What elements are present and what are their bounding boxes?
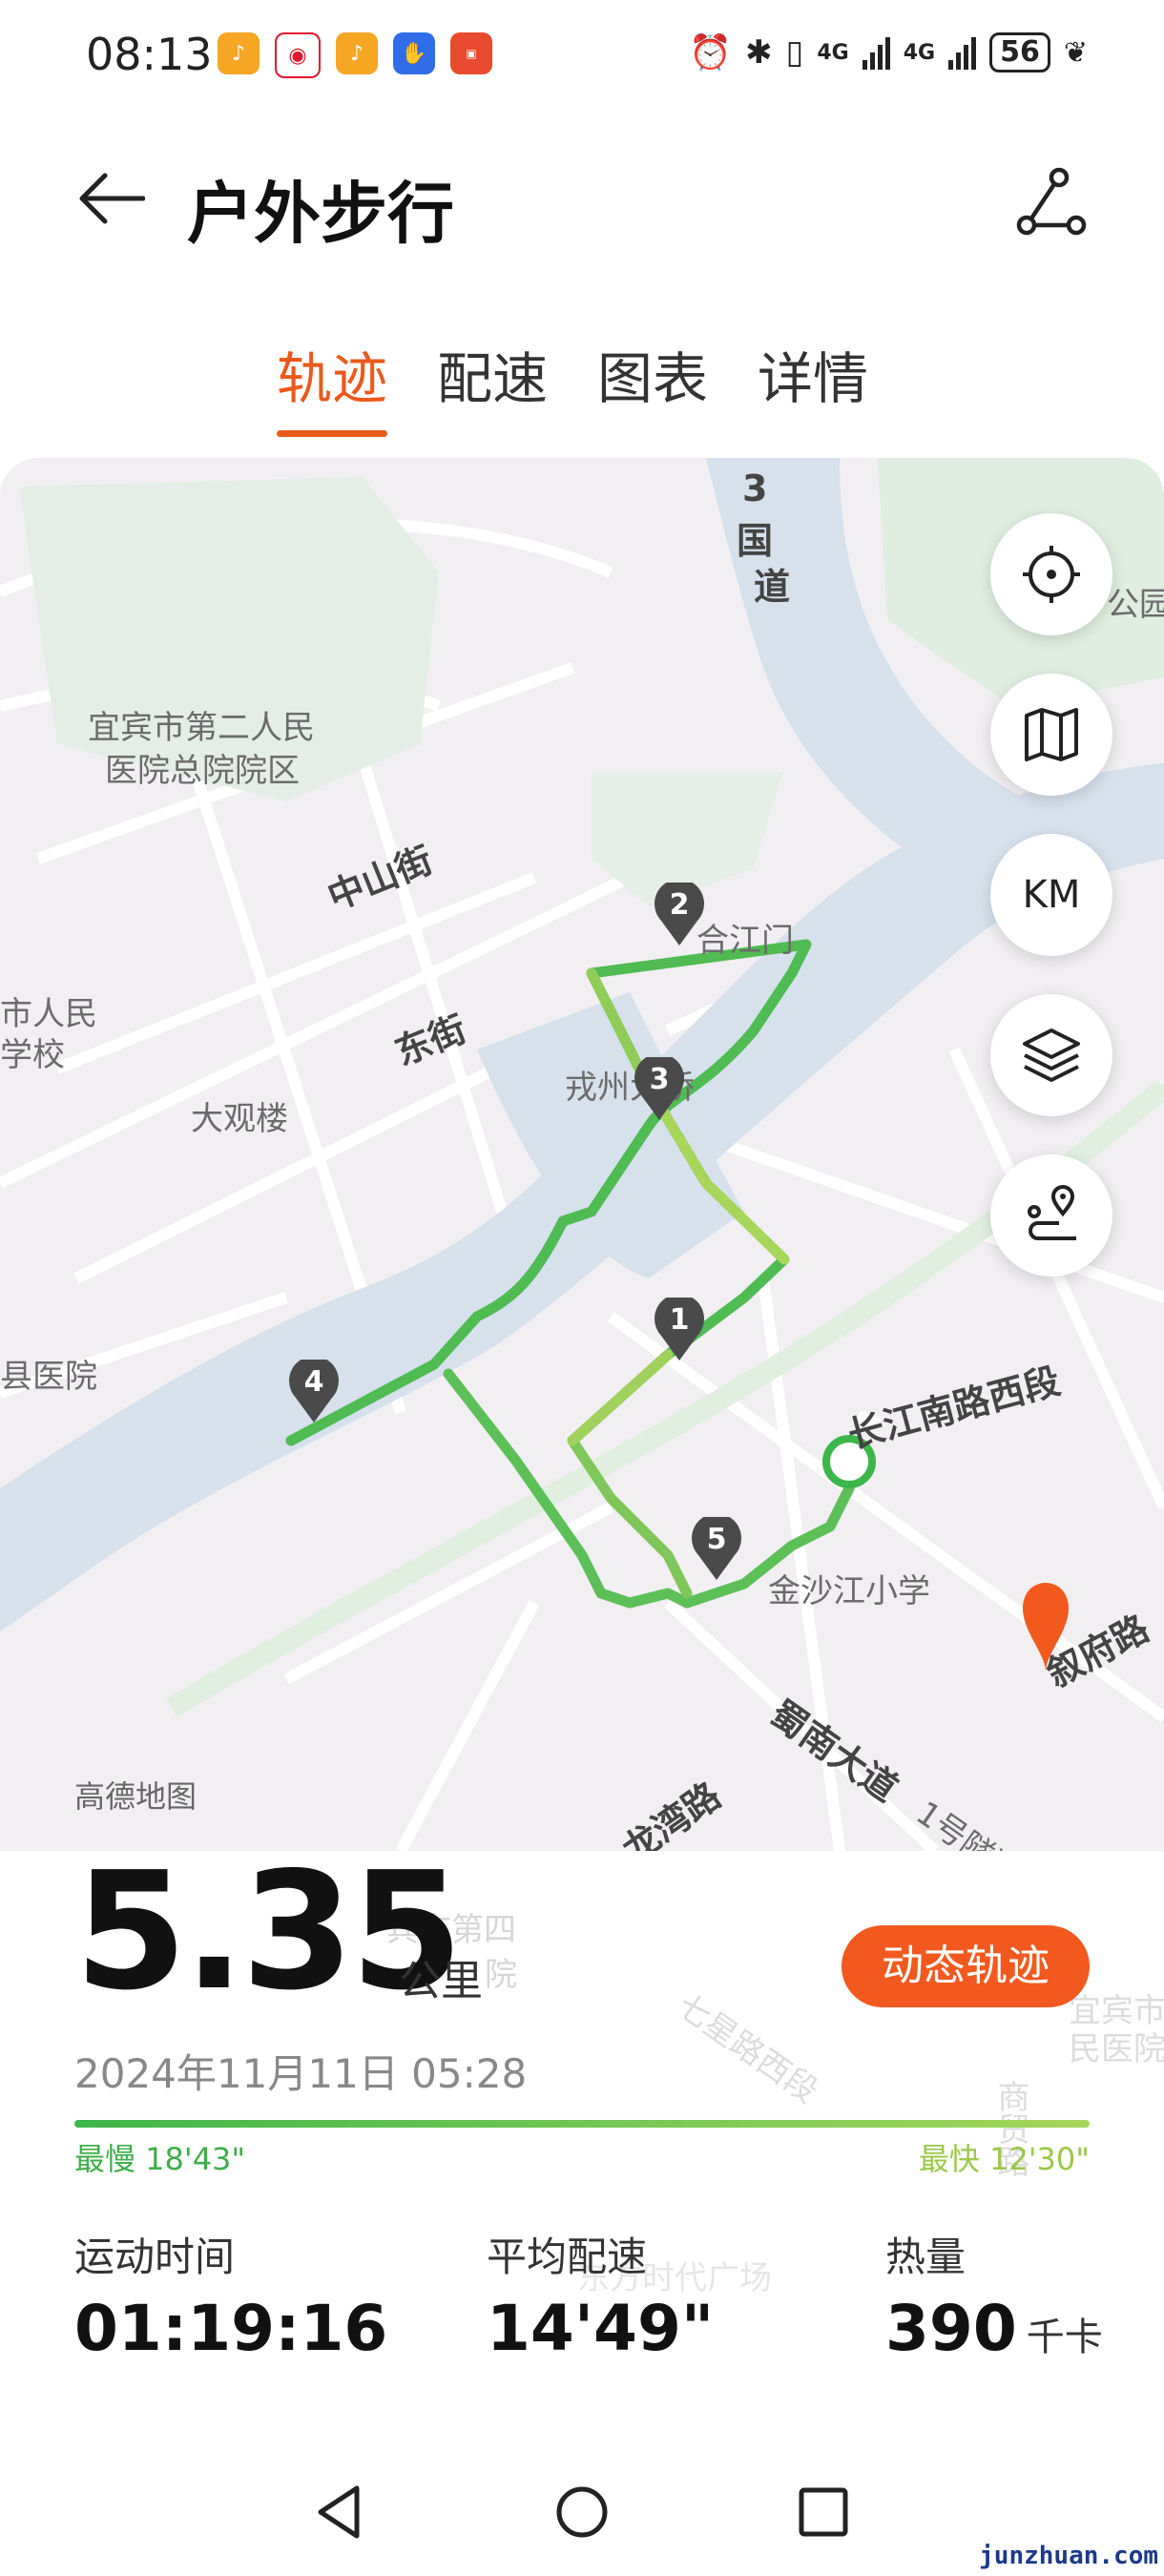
app-notification-icon: ♪ <box>336 32 378 74</box>
map-label-faint: 民医院 <box>1069 2030 1164 2068</box>
app-notification-icon: ♪ <box>218 32 260 74</box>
stat-label-duration: 运动时间 <box>74 2233 236 2280</box>
dynamic-track-button[interactable]: 动态轨迹 <box>842 1925 1090 2007</box>
map-label-faint: 七星路西段 <box>669 1986 825 2111</box>
calories-unit: 千卡 <box>1026 2316 1103 2359</box>
km-marker-4[interactable]: 4 <box>288 1356 340 1423</box>
route-pin-button[interactable] <box>990 1154 1112 1277</box>
locate-button[interactable] <box>990 513 1112 635</box>
signal-icon <box>862 35 890 70</box>
nav-back-icon[interactable] <box>307 2479 374 2545</box>
map-base <box>0 458 1164 1851</box>
stat-value-duration: 01:19:16 <box>74 2292 388 2365</box>
map-icon <box>1025 708 1078 761</box>
km-marker-1[interactable]: 1 <box>654 1294 705 1361</box>
map-label: 市人民 <box>0 995 97 1033</box>
status-indicators: ⏰ ✱ ▯ 4G 4G 56 ❦ <box>689 32 1088 73</box>
tab-track[interactable]: 轨迹 <box>277 334 388 437</box>
bluetooth-icon: ✱ <box>745 33 773 72</box>
watermark: junzhuan.com <box>979 2542 1158 2570</box>
route-pin-icon <box>1028 1185 1076 1240</box>
vibrate-icon: ▯ <box>785 33 804 72</box>
hand-app-icon: ✋ <box>393 32 435 74</box>
map-label: 医院总院院区 <box>105 752 300 790</box>
map-label: 学校 <box>0 1036 65 1074</box>
tab-details[interactable]: 详情 <box>758 334 868 414</box>
map-label: 合江门 <box>696 922 794 960</box>
map-label: 国 <box>737 520 774 562</box>
map-label: 公园 <box>1107 586 1164 624</box>
locate-icon <box>1023 546 1080 603</box>
pingan-bank-icon: ▣ <box>450 32 492 74</box>
tab-pace[interactable]: 配速 <box>437 334 548 414</box>
layers-icon <box>1023 1028 1080 1082</box>
fastest-pace: 最快 12'30" <box>918 2141 1090 2177</box>
tab-bar: 轨迹 配速 图表 详情 <box>277 334 868 437</box>
network-type-2: 4G <box>903 40 936 65</box>
stat-label-pace: 平均配速 <box>487 2233 648 2280</box>
map-label: 道 <box>754 566 791 608</box>
slowest-pace: 最慢 18'43" <box>74 2141 246 2177</box>
map-label: 3 <box>742 467 768 509</box>
battery-icon: 56 <box>989 32 1050 73</box>
stat-value-calories: 390 千卡 <box>885 2292 1103 2365</box>
km-marker-2[interactable]: 2 <box>654 879 705 945</box>
distance-unit: 公里 <box>399 1957 483 2005</box>
share-icon[interactable] <box>1015 166 1088 239</box>
km-toggle-button[interactable]: KM <box>990 834 1112 956</box>
weibo-icon: ◉ <box>275 32 321 78</box>
network-type-1: 4G <box>817 40 849 65</box>
map-label: 金沙江小学 <box>768 1572 930 1610</box>
leaf-icon: ❦ <box>1063 35 1088 70</box>
tab-chart[interactable]: 图表 <box>597 334 708 414</box>
nav-home-icon[interactable] <box>549 2479 615 2545</box>
map-type-button[interactable] <box>990 674 1112 796</box>
alarm-icon: ⏰ <box>689 33 733 73</box>
map-label: 宜宾市第二人民 <box>88 709 315 747</box>
route-map[interactable]: 宜宾市第二人民 医院总院院区 中山街 东街 大观楼 市人民 学校 县医院 3 国… <box>0 458 1164 1851</box>
page-title: 户外步行 <box>187 175 454 253</box>
km-marker-3[interactable]: 3 <box>634 1053 685 1120</box>
map-label-faint: 院 <box>485 1956 517 1994</box>
map-attribution: 高德地图 <box>74 1778 197 1815</box>
pace-gradient-bar <box>74 2120 1090 2128</box>
map-label: 大观楼 <box>191 1100 288 1138</box>
notification-icons: ♪ ◉ ♪ ✋ ▣ <box>218 32 492 78</box>
app-header: 户外步行 <box>0 143 1164 258</box>
stat-value-pace: 14'49" <box>487 2292 715 2365</box>
nav-recents-icon[interactable] <box>790 2479 857 2545</box>
status-bar: 08:13 ♪ ◉ ♪ ✋ ▣ ⏰ ✱ ▯ 4G 4G 56 ❦ <box>0 0 1164 114</box>
km-marker-5[interactable]: 5 <box>691 1513 742 1580</box>
layers-button[interactable] <box>990 994 1112 1116</box>
stat-label-calories: 热量 <box>885 2233 967 2280</box>
workout-datetime: 2024年11月11日 05:28 <box>74 2050 528 2097</box>
status-time: 08:13 <box>86 29 213 80</box>
map-label: 县医院 <box>0 1358 97 1396</box>
back-arrow-icon[interactable] <box>76 172 145 225</box>
signal-icon <box>948 35 977 70</box>
